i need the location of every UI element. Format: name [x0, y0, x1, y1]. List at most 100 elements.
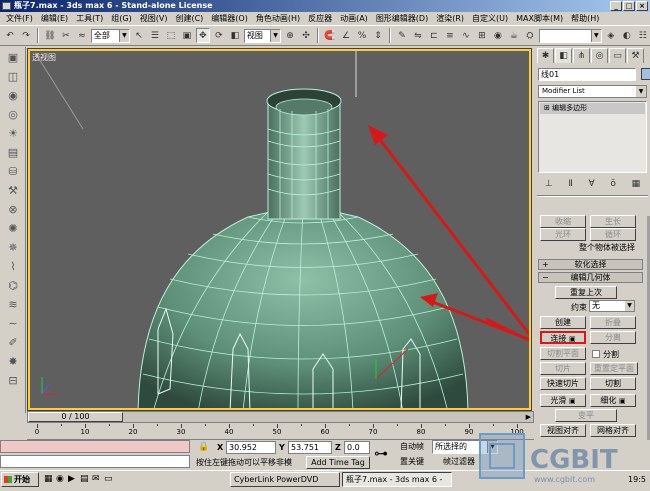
shrink-button[interactable]: 收缩: [540, 215, 586, 228]
start-button[interactable]: 开始: [1, 472, 39, 487]
select-object-icon[interactable]: ↖: [132, 28, 146, 43]
grow-button[interactable]: 生长: [590, 215, 636, 228]
configure-sets-icon[interactable]: ▦: [632, 179, 641, 189]
menu-group[interactable]: 组(G): [107, 12, 135, 25]
object-name-field[interactable]: 线01: [538, 68, 636, 81]
time-slider[interactable]: ◀ 0 / 100 ▶: [27, 411, 534, 423]
space-warp-icon[interactable]: ✺: [3, 220, 23, 237]
scale-icon[interactable]: ◧: [228, 28, 242, 43]
make-unique-icon[interactable]: ∀: [589, 179, 595, 189]
meshsmooth-button[interactable]: 光滑 ▣: [540, 394, 586, 407]
helper-icon[interactable]: ⊗: [3, 201, 23, 218]
box-icon[interactable]: ▣: [3, 49, 23, 66]
settings-box-icon[interactable]: ▣: [569, 397, 576, 405]
split-checkbox[interactable]: [592, 350, 600, 358]
unlink-icon[interactable]: ✂: [59, 28, 73, 43]
move-icon[interactable]: ✥: [195, 28, 210, 43]
menu-create[interactable]: 创建(C): [171, 12, 207, 25]
region-select-icon[interactable]: ⬚: [164, 28, 178, 43]
cut-button[interactable]: 切割: [590, 377, 636, 390]
hierarchy-tab-icon[interactable]: ⋔: [573, 48, 590, 63]
remove-modifier-icon[interactable]: ō: [610, 179, 616, 189]
render-type-dropdown[interactable]: ▼: [538, 28, 602, 43]
collapse-button[interactable]: 折叠: [590, 316, 636, 329]
select-manipulate-icon[interactable]: ✣: [299, 28, 313, 43]
show-end-result-icon[interactable]: Ⅱ: [568, 179, 572, 189]
named-selection-icon[interactable]: ✎: [395, 28, 409, 43]
slice-plane-button[interactable]: 切割平面: [540, 347, 586, 360]
menu-views[interactable]: 视图(V): [136, 12, 172, 25]
menu-file[interactable]: 文件(F): [2, 12, 37, 25]
add-time-tag-button[interactable]: Add Time Tag: [306, 456, 370, 469]
motion-tab-icon[interactable]: ◎: [591, 48, 608, 63]
time-slider-thumb[interactable]: 0 / 100: [28, 412, 123, 422]
noise-icon[interactable]: ≋: [3, 296, 23, 313]
spinner-snap-icon[interactable]: ⇕: [371, 28, 385, 43]
explorer-icon[interactable]: ▤: [80, 474, 89, 484]
wave-icon[interactable]: ∼: [3, 315, 23, 332]
menu-tools[interactable]: 工具(T): [72, 12, 107, 25]
menu-animation[interactable]: 动画(A): [336, 12, 372, 25]
quick-render-icon[interactable]: ⛭: [523, 28, 537, 43]
menu-graph-editors[interactable]: 图形编辑器(D): [372, 12, 432, 25]
select-link-icon[interactable]: ⛓: [43, 28, 57, 43]
folder-icon[interactable]: ▭: [104, 474, 113, 484]
torus-icon[interactable]: ◎: [3, 106, 23, 123]
slice-button[interactable]: 切片: [540, 362, 586, 375]
key-icon[interactable]: ⊶: [374, 446, 388, 462]
make-planar-button[interactable]: 变平: [555, 409, 617, 422]
teapot-icon[interactable]: ⛁: [3, 163, 23, 180]
perspective-viewport[interactable]: 透视图: [27, 48, 532, 411]
maxscript-listener-field[interactable]: [0, 440, 190, 453]
media-icon[interactable]: ▶: [68, 474, 75, 484]
render-last-icon[interactable]: ◈: [604, 28, 618, 43]
ring-button[interactable]: 光环: [540, 228, 586, 241]
connect-button[interactable]: 连接 ▣: [540, 331, 586, 344]
menu-edit[interactable]: 编辑(E): [37, 12, 72, 25]
maximize-button[interactable]: □: [623, 1, 635, 11]
menu-character[interactable]: 角色动画(H): [252, 12, 304, 25]
curve-editor-icon[interactable]: ∿: [459, 28, 473, 43]
z-coord-field[interactable]: 0.0: [344, 441, 370, 454]
light-icon[interactable]: ☀: [3, 125, 23, 142]
material-editor-icon[interactable]: ◉: [491, 28, 505, 43]
tessellate-button[interactable]: 细化 ▣: [590, 394, 636, 407]
maxscript-output-field[interactable]: [0, 455, 190, 468]
twist-icon[interactable]: ⌬: [3, 277, 23, 294]
object-color-swatch[interactable]: [640, 68, 650, 80]
taskbar-task-3dsmax[interactable]: 瓶子7.max - 3ds max 6 -: [342, 472, 452, 487]
menu-rendering[interactable]: 渲染(R): [432, 12, 468, 25]
pivot-center-icon[interactable]: ⊕: [283, 28, 297, 43]
desktop-icon[interactable]: ▦: [44, 474, 53, 484]
y-coord-field[interactable]: 53.751: [288, 441, 332, 454]
camera-icon[interactable]: ▤: [3, 144, 23, 161]
selection-filter-dropdown[interactable]: 全部 ▼: [90, 28, 130, 43]
undo-icon[interactable]: ↶: [3, 28, 17, 43]
edit-geometry-rollout[interactable]: − 编辑几何体: [538, 272, 643, 283]
display-tab-icon[interactable]: ▭: [609, 48, 626, 63]
menu-maxscript[interactable]: MAX脚本(M): [512, 12, 567, 25]
compound-icon[interactable]: ✸: [3, 353, 23, 370]
settings-box-icon[interactable]: ▣: [619, 397, 626, 405]
mirror-icon[interactable]: ⇋: [411, 28, 425, 43]
toolbar-menu-icon[interactable]: ☷: [636, 28, 650, 43]
selection-lock-icon[interactable]: 🔒: [198, 442, 209, 452]
soft-selection-rollout[interactable]: + 软化选择: [538, 259, 643, 270]
settings-box-icon[interactable]: ▣: [569, 335, 576, 343]
quickslice-button[interactable]: 快速切片: [540, 377, 586, 390]
modifier-list-dropdown[interactable]: Modifier List ▼: [538, 85, 647, 98]
utilities-tab-icon[interactable]: ⚒: [627, 48, 644, 63]
detach-button[interactable]: 分离: [590, 331, 636, 344]
close-button[interactable]: ×: [636, 1, 648, 11]
browser-icon[interactable]: ◉: [56, 474, 64, 484]
snap-icon[interactable]: 🧲: [323, 28, 337, 43]
outlook-icon[interactable]: ✉: [92, 474, 100, 484]
reset-plane-button[interactable]: 重置定平面: [590, 362, 638, 375]
viewport-label[interactable]: 透视图: [32, 52, 56, 63]
align-icon[interactable]: ⊏: [427, 28, 441, 43]
bind-spacewarp-icon[interactable]: ≈: [75, 28, 89, 43]
sphere-icon[interactable]: ◉: [3, 87, 23, 104]
create-button[interactable]: 创建: [540, 316, 586, 329]
create-tab-icon[interactable]: ✱: [537, 48, 554, 63]
redo-icon[interactable]: ↷: [19, 28, 33, 43]
